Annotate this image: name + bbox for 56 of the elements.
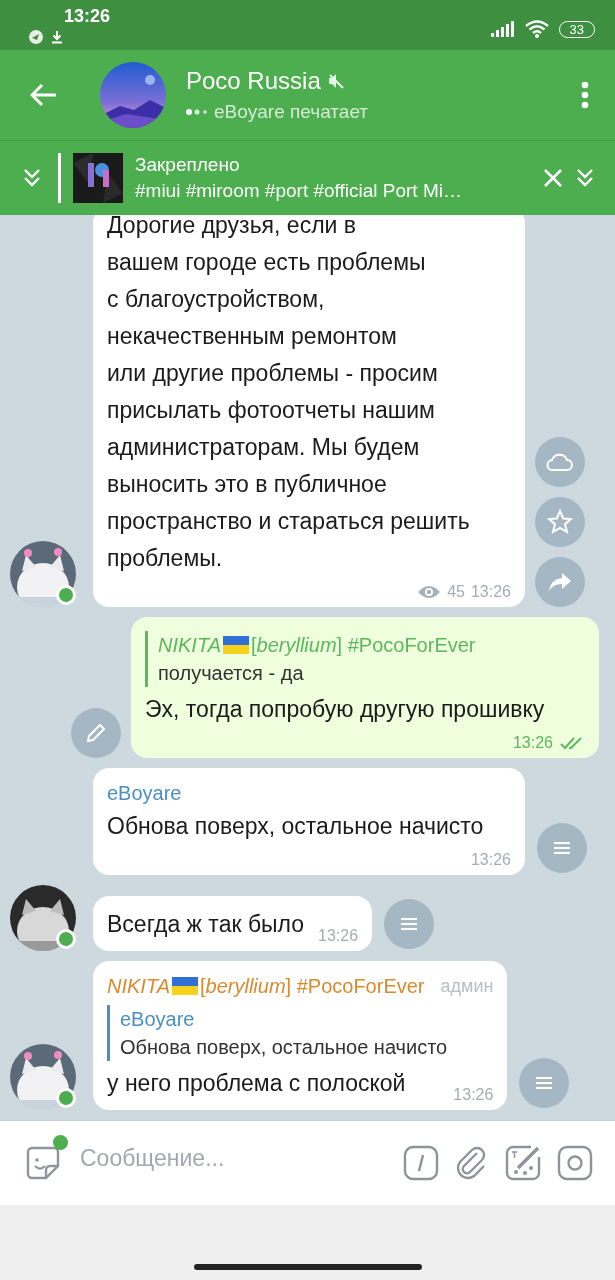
message-text: Дорогие друзья, если в вашем городе есть проблемы с благоустройством, некачественным ремонтом или другие проблемы - просим присылать фотоотчеты нашим администраторам. Мы будем выносить это в публичное пространство и стараться решить проблемы.	[107, 215, 470, 573]
menu-button[interactable]	[537, 823, 587, 873]
reply-author: eBoyare	[120, 1007, 196, 1032]
share-arrow-icon	[547, 571, 573, 593]
message-time: 13:26	[318, 926, 359, 946]
cloud-icon	[546, 452, 574, 472]
star-icon	[547, 509, 573, 535]
message-text: Эх, тогда попробую другую прошивку	[145, 695, 545, 724]
message-text: Обнова поверх, остальное начисто	[107, 812, 484, 841]
message-time: 13:26	[512, 733, 553, 753]
reply-text: получается - да	[158, 661, 305, 686]
reply-author-tag: [beryllium] #PocoForEver	[250, 631, 476, 659]
typing-dots-icon	[186, 108, 208, 116]
pinned-label: Закреплено	[135, 154, 241, 176]
sticker-icon[interactable]	[24, 1144, 62, 1182]
message-text: Всегда ж так было	[107, 910, 305, 939]
palette-brush-icon[interactable]	[505, 1145, 541, 1181]
pinned-message[interactable]: #miui #miroom #port #official Port Mi…	[135, 180, 531, 202]
chat-title: Poco Russia	[186, 67, 321, 95]
signal-icon	[490, 21, 515, 37]
bot-command-icon[interactable]	[403, 1145, 439, 1181]
notification-dot	[53, 1135, 68, 1150]
message-time: 13:26	[470, 582, 511, 602]
message-text: у него проблема с полоской	[107, 1069, 406, 1098]
share-button[interactable]	[535, 557, 585, 607]
menu-icon	[553, 841, 571, 855]
more-menu-icon[interactable]	[581, 81, 589, 109]
cloud-button[interactable]	[535, 437, 585, 487]
menu-icon	[535, 1076, 554, 1090]
message-input[interactable]: Сообщение...	[80, 1144, 387, 1182]
view-count: 45	[447, 582, 465, 602]
camera-icon[interactable]	[557, 1145, 593, 1181]
admin-label: админ	[440, 975, 494, 998]
double-chevron-icon[interactable]	[22, 167, 42, 189]
notification-icon	[28, 28, 44, 45]
sender-name: eBoyare	[107, 781, 182, 806]
menu-icon	[400, 917, 419, 931]
menu-button[interactable]	[384, 899, 435, 949]
menu-button[interactable]	[519, 1058, 570, 1108]
message-time: 13:26	[453, 1085, 494, 1105]
sender-tag: [beryllium] #PocoForEver	[199, 971, 425, 1001]
pencil-icon	[84, 721, 108, 745]
typing-status: eBoyare печатает	[214, 101, 368, 123]
reply-author: NIKITA	[158, 633, 221, 658]
edit-button[interactable]	[71, 708, 121, 758]
back-arrow-icon[interactable]	[30, 83, 58, 107]
sender-name: NIKITA	[107, 974, 170, 999]
wifi-icon	[524, 20, 549, 38]
status-time: 13:26	[64, 5, 111, 27]
message-time: 13:26	[470, 850, 511, 870]
reply-text: Обнова поверх, остальное начисто	[120, 1035, 449, 1060]
close-icon[interactable]	[543, 168, 563, 188]
double-chevron-icon[interactable]	[575, 167, 595, 189]
download-icon	[50, 29, 64, 44]
eye-icon	[417, 584, 442, 600]
star-button[interactable]	[535, 497, 585, 547]
